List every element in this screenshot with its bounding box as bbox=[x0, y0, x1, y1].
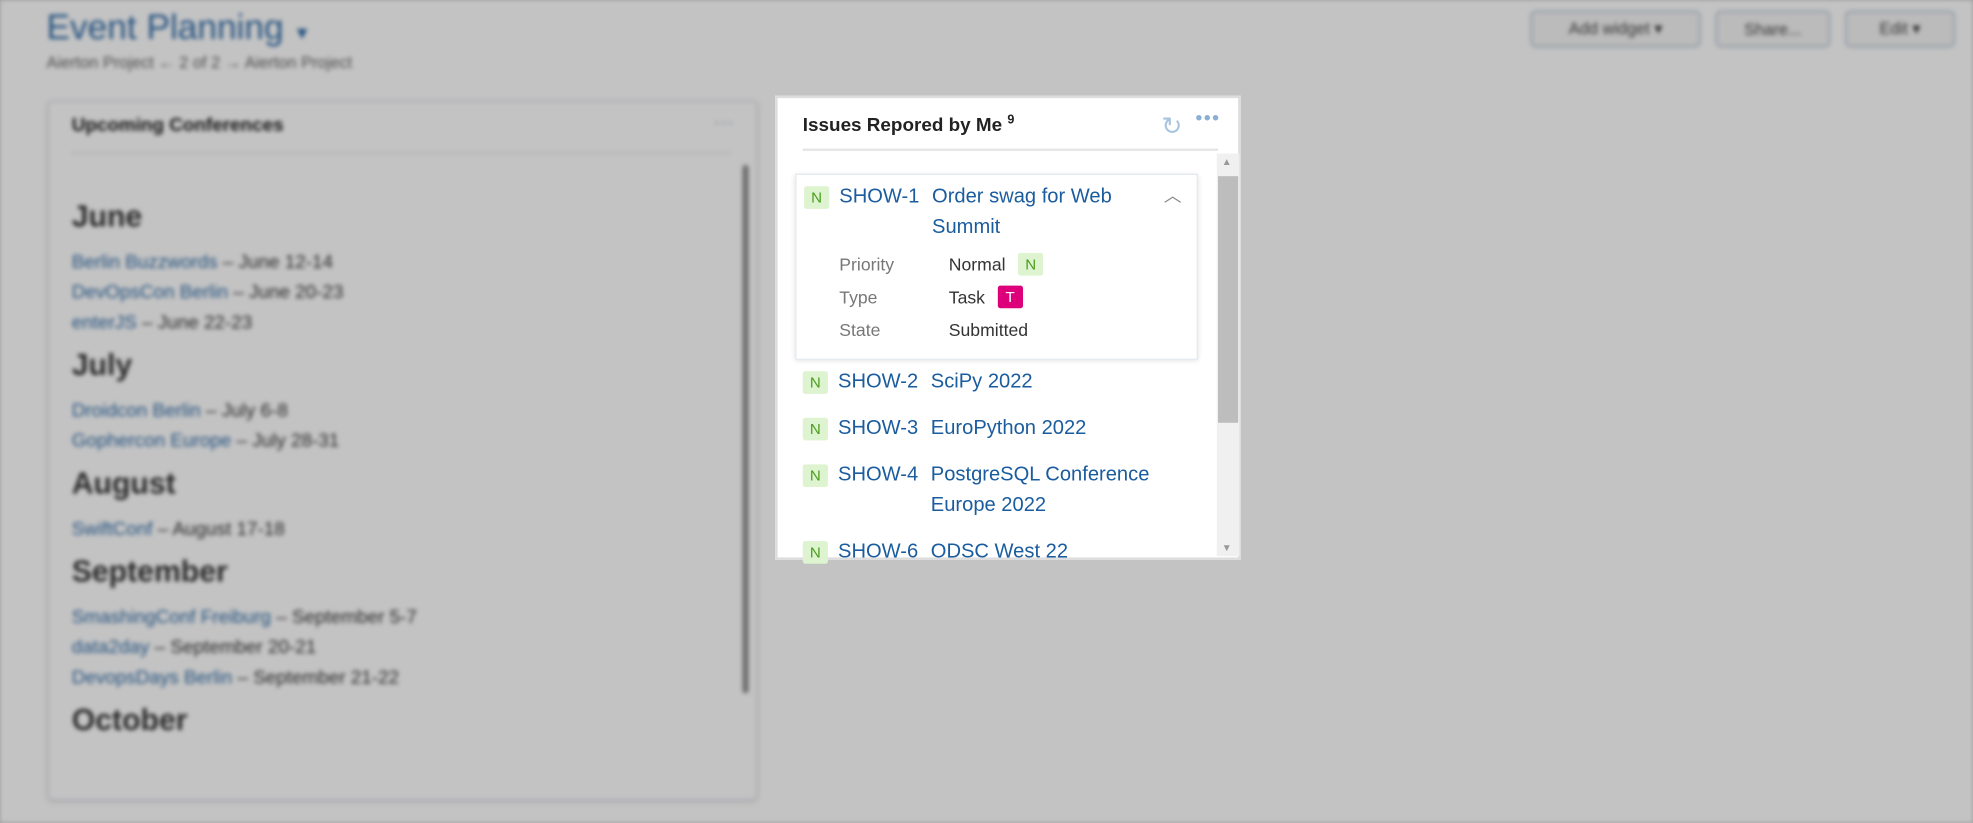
scroll-down-icon[interactable]: ▼ bbox=[1222, 542, 1232, 553]
priority-badge: N bbox=[802, 541, 828, 564]
issue-summary-link[interactable]: Order swag for Web Summit bbox=[932, 182, 1146, 242]
priority-badge: N bbox=[802, 371, 828, 394]
scroll-up-icon[interactable]: ▲ bbox=[1222, 156, 1232, 167]
issue-row[interactable]: N SHOW-2 SciPy 2022 bbox=[795, 365, 1198, 400]
field-value[interactable]: Submitted bbox=[949, 320, 1028, 340]
issue-summary-link[interactable]: PostgreSQL Conference Europe 2022 bbox=[931, 461, 1157, 521]
field-type: Type Task T bbox=[839, 281, 1189, 314]
field-label: Priority bbox=[839, 254, 895, 275]
issue-count: 9 bbox=[1007, 113, 1015, 128]
divider bbox=[802, 148, 1219, 151]
field-label: Type bbox=[839, 286, 878, 308]
chevron-up-icon[interactable]: ︿ bbox=[1164, 182, 1182, 207]
field-value[interactable]: Task bbox=[949, 287, 985, 307]
expanded-issue[interactable]: N SHOW-1 Order swag for Web Summit ︿ Pri… bbox=[795, 173, 1198, 360]
issue-id-link[interactable]: SHOW-2 bbox=[838, 367, 918, 397]
issues-reported-widget: Issues Repored by Me 9 ↻ ••• N SHOW-1 Or… bbox=[775, 95, 1241, 564]
field-value[interactable]: Normal bbox=[949, 254, 1006, 274]
issue-id-link[interactable]: SHOW-6 bbox=[838, 537, 918, 567]
issue-summary-link[interactable]: SciPy 2022 bbox=[931, 367, 1033, 397]
more-icon[interactable]: ••• bbox=[1195, 108, 1220, 131]
issue-id-link[interactable]: SHOW-3 bbox=[838, 414, 918, 444]
priority-badge: N bbox=[804, 186, 830, 209]
field-state: State Submitted bbox=[839, 313, 1189, 346]
issue-summary-link[interactable]: ODSC West 22 bbox=[931, 537, 1068, 567]
issue-list: N SHOW-1 Order swag for Web Summit ︿ Pri… bbox=[795, 173, 1198, 570]
issue-id-link[interactable]: SHOW-4 bbox=[838, 461, 918, 491]
scrollbar-thumb[interactable] bbox=[1218, 176, 1239, 423]
field-priority: Priority Normal N bbox=[839, 248, 1189, 281]
issue-id-link[interactable]: SHOW-1 bbox=[839, 182, 919, 212]
type-badge: T bbox=[997, 285, 1023, 309]
scrollbar[interactable]: ▲ ▼ bbox=[1216, 153, 1240, 557]
issue-row[interactable]: N SHOW-6 ODSC West 22 bbox=[795, 535, 1198, 570]
widget-title: Issues Repored by Me 9 bbox=[802, 113, 1015, 136]
issue-row[interactable]: N SHOW-3 EuroPython 2022 bbox=[795, 411, 1198, 446]
issue-summary-link[interactable]: EuroPython 2022 bbox=[931, 414, 1087, 444]
priority-badge: N bbox=[1018, 252, 1044, 276]
priority-badge: N bbox=[802, 417, 828, 441]
field-label: State bbox=[839, 319, 881, 340]
issue-row[interactable]: N SHOW-4 PostgreSQL Conference Europe 2022 bbox=[795, 458, 1198, 523]
priority-badge: N bbox=[802, 464, 828, 487]
refresh-icon[interactable]: ↻ bbox=[1161, 111, 1182, 142]
